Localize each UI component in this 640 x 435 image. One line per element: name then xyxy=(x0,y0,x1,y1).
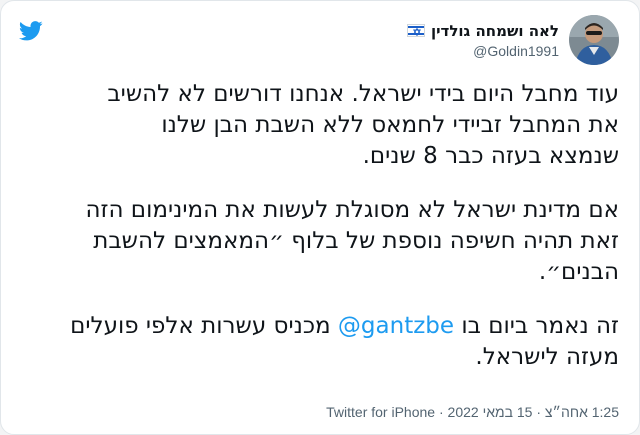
tweet-card: לאה ושמחה גולדין @Goldin1991 עוד מחבל הי… xyxy=(0,0,640,435)
israel-flag-icon xyxy=(406,24,425,37)
mention-link[interactable]: @gantzbe xyxy=(338,313,454,339)
source-label[interactable]: Twitter for iPhone xyxy=(326,404,435,420)
tweet-paragraph: עוד מחבל היום בידי ישראל. אנחנו דורשים ל… xyxy=(107,81,619,169)
tweet-text: עוד מחבל היום בידי ישראל. אנחנו דורשים ל… xyxy=(21,79,619,373)
tweet-paragraph: אם מדינת ישראל לא מסוגלת לעשות את המינימ… xyxy=(85,197,619,285)
author-names: לאה ושמחה גולדין @Goldin1991 xyxy=(406,22,559,59)
tweet-text-fragment: זה נאמר ביום בו xyxy=(454,313,619,339)
twitter-bird-icon[interactable] xyxy=(18,21,43,41)
display-name[interactable]: לאה ושמחה גולדין xyxy=(431,22,559,40)
tweet-header: לאה ושמחה גולדין @Goldin1991 xyxy=(406,13,619,67)
tweet-metadata: 1:25 אחה״צ · 15 במאי 2022 · Twitter for … xyxy=(326,404,619,420)
author-handle[interactable]: @Goldin1991 xyxy=(407,43,559,59)
meta-separator: · xyxy=(435,404,448,420)
avatar[interactable] xyxy=(569,15,619,65)
tweet-paragraph: זה נאמר ביום בו @gantzbe מכניס עשרות אלפ… xyxy=(21,311,619,373)
timestamp[interactable]: 1:25 אחה״צ · 15 במאי 2022 xyxy=(448,404,619,420)
display-name-row[interactable]: לאה ושמחה גולדין xyxy=(406,22,559,40)
